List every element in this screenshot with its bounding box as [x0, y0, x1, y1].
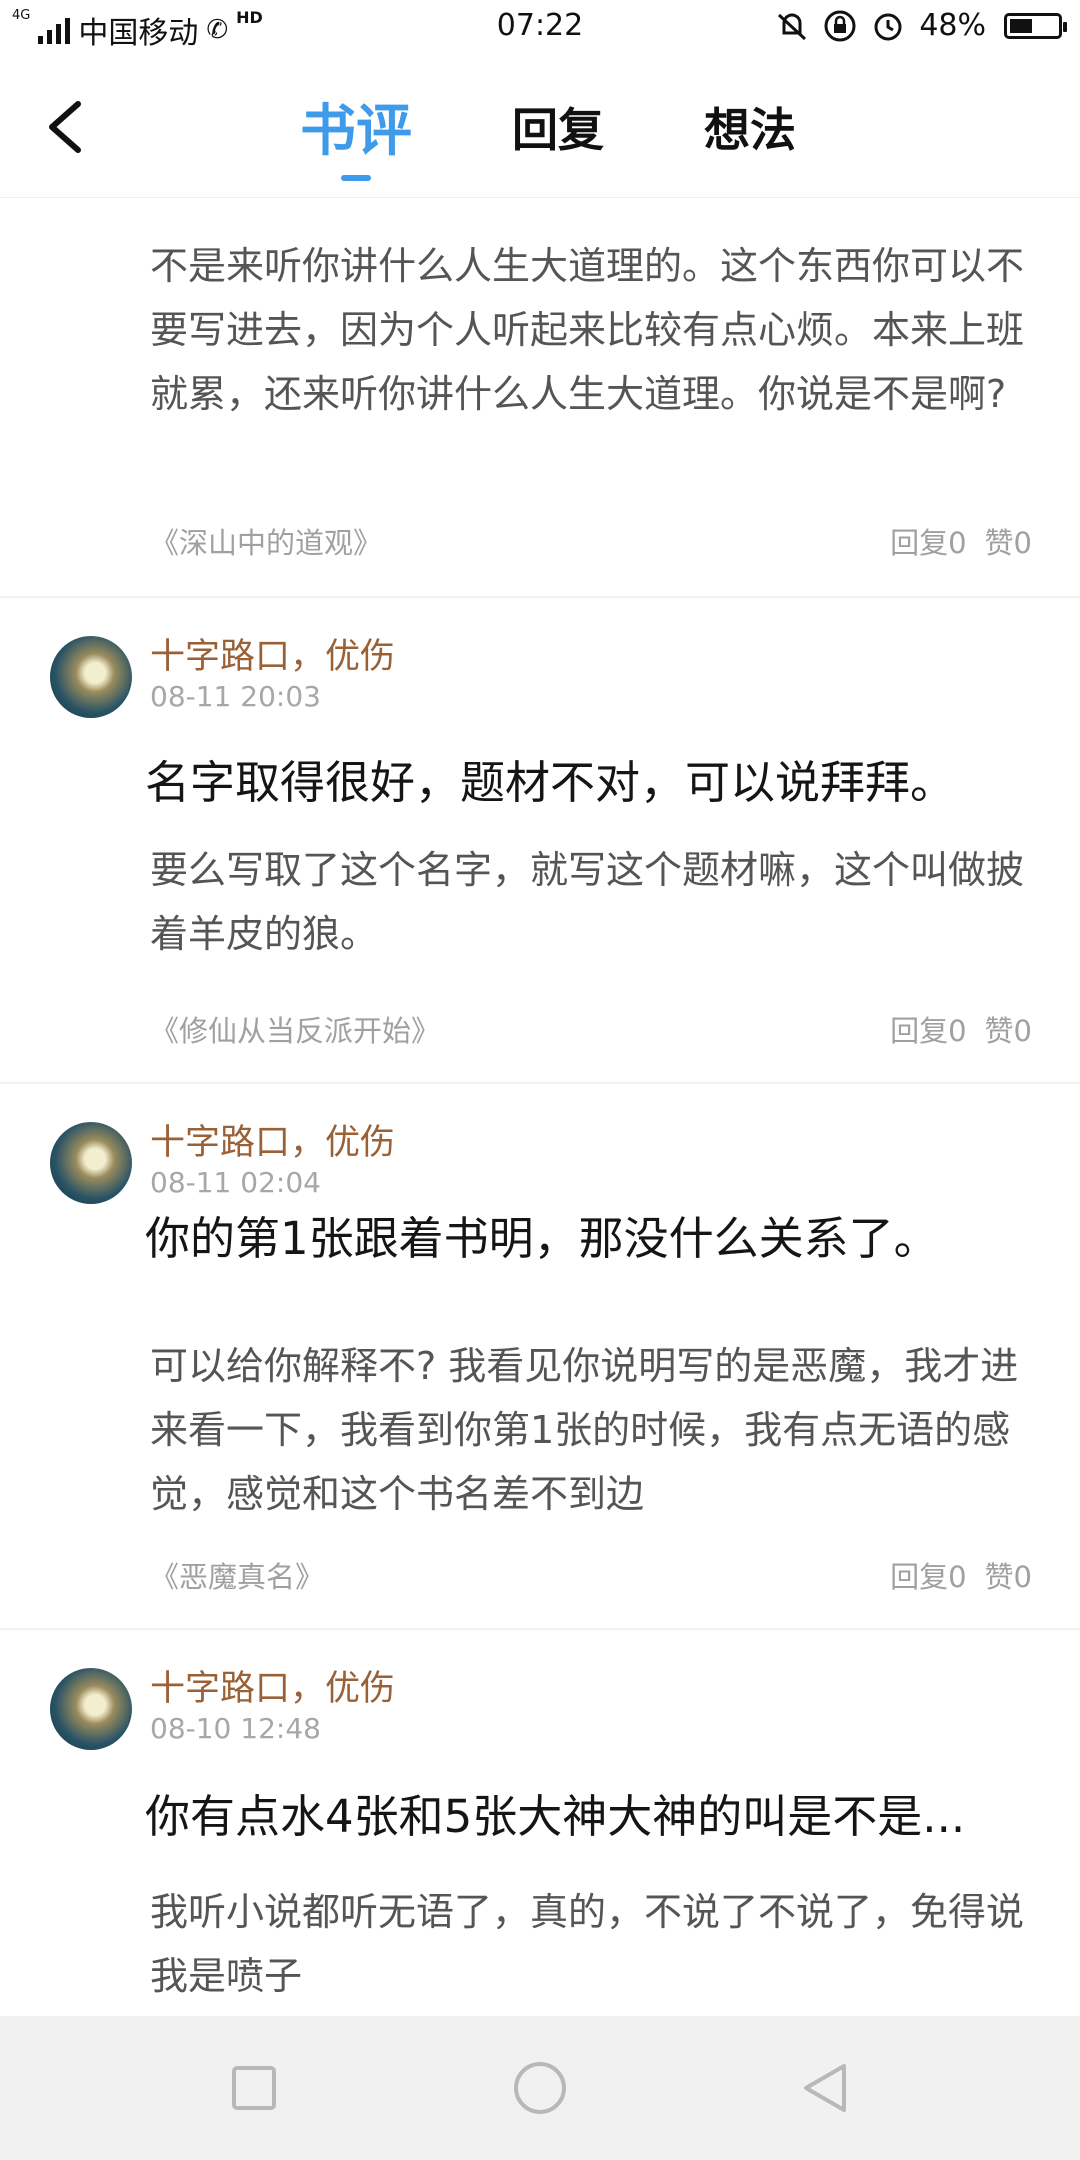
review-card[interactable]: 不是来听你讲什么人生大道理的。这个东西你可以不要写进去，因为个人听起来比较有点心… — [0, 198, 1080, 598]
review-title: 名字取得很好，题材不对，可以说拜拜。 — [145, 756, 956, 809]
review-footer: 《恶魔真名》 回复0 赞0 — [150, 1554, 1032, 1596]
review-date: 08-11 20:03 — [150, 680, 321, 713]
book-link[interactable]: 《恶魔真名》 — [150, 1554, 324, 1596]
reply-count[interactable]: 回复0 — [890, 1008, 966, 1050]
review-footer: 《深山中的道观》 回复0 赞0 — [150, 520, 1032, 562]
review-card[interactable]: 十字路口，优伤 08-11 20:03 名字取得很好，题材不对，可以说拜拜。 要… — [0, 598, 1080, 1084]
battery-fill — [1010, 18, 1033, 33]
review-body: 我听小说都听无语了，真的，不说了不说了，免得说我是喷子 — [150, 1890, 1025, 1998]
avatar[interactable] — [50, 1668, 132, 1750]
like-count[interactable]: 赞0 — [985, 1008, 1032, 1050]
review-list: 不是来听你讲什么人生大道理的。这个东西你可以不要写进去，因为个人听起来比较有点心… — [0, 198, 1080, 2050]
review-footer: 《修仙从当反派开始》 回复0 赞0 — [150, 1008, 1032, 1050]
alarm-icon — [874, 13, 902, 40]
author-name[interactable]: 十字路口，优伤 — [150, 1114, 395, 1165]
review-date: 08-10 12:48 — [150, 1712, 321, 1745]
review-title: 你的第1张跟着书明，那没什么关系了。 — [145, 1212, 939, 1265]
tab-label: 回复 — [512, 103, 604, 157]
like-count[interactable]: 赞0 — [985, 520, 1032, 562]
author-name[interactable]: 十字路口，优伤 — [150, 1660, 395, 1711]
status-bar: 4G 中国移动 ✆ HD 07:22 48% — [0, 0, 1080, 56]
tab-book-review[interactable]: 书评 — [300, 86, 412, 181]
book-link[interactable]: 《修仙从当反派开始》 — [150, 1008, 440, 1050]
avatar[interactable] — [50, 636, 132, 718]
battery-icon — [1004, 12, 1067, 39]
reply-count[interactable]: 回复0 — [890, 520, 966, 562]
tab-replies[interactable]: 回复 — [512, 94, 604, 167]
book-link[interactable]: 《深山中的道观》 — [150, 520, 382, 562]
home-icon[interactable] — [508, 2056, 572, 2120]
review-body: 可以给你解释不? 我看见你说明写的是恶魔，我才进来看一下，我看到你第1张的时候，… — [150, 1344, 1019, 1516]
recent-apps-icon[interactable] — [222, 2056, 286, 2120]
back-arrow-icon[interactable] — [40, 92, 100, 162]
lock-rotation-icon — [824, 10, 856, 41]
review-card[interactable]: 十字路口，优伤 08-11 02:04 你的第1张跟着书明，那没什么关系了。 可… — [0, 1084, 1080, 1630]
review-title: 你有点水4张和5张大神大神的叫是不是... — [145, 1790, 966, 1843]
avatar[interactable] — [50, 1122, 132, 1204]
mute-icon — [778, 13, 807, 40]
back-nav-icon[interactable] — [794, 2056, 858, 2120]
review-body: 不是来听你讲什么人生大道理的。这个东西你可以不要写进去，因为个人听起来比较有点心… — [150, 244, 1025, 416]
active-tab-indicator — [341, 175, 371, 181]
tab-thoughts[interactable]: 想法 — [704, 94, 796, 167]
tab-label: 书评 — [300, 99, 412, 164]
author-name[interactable]: 十字路口，优伤 — [150, 628, 395, 679]
reply-count[interactable]: 回复0 — [890, 1554, 966, 1596]
like-count[interactable]: 赞0 — [985, 1554, 1032, 1596]
review-date: 08-11 02:04 — [150, 1166, 321, 1199]
header: 书评 回复 想法 — [0, 56, 1080, 198]
system-navigation-bar — [0, 2016, 1080, 2160]
tab-label: 想法 — [704, 103, 796, 157]
tab-bar: 书评 回复 想法 — [300, 94, 796, 181]
review-card[interactable]: 十字路口，优伤 08-10 12:48 你有点水4张和5张大神大神的叫是不是..… — [0, 1630, 1080, 2050]
status-right: 48% — [775, 8, 1067, 43]
battery-percent: 48% — [919, 8, 986, 43]
review-body: 要么写取了这个名字，就写这个题材嘛，这个叫做披着羊皮的狼。 — [150, 848, 1025, 956]
